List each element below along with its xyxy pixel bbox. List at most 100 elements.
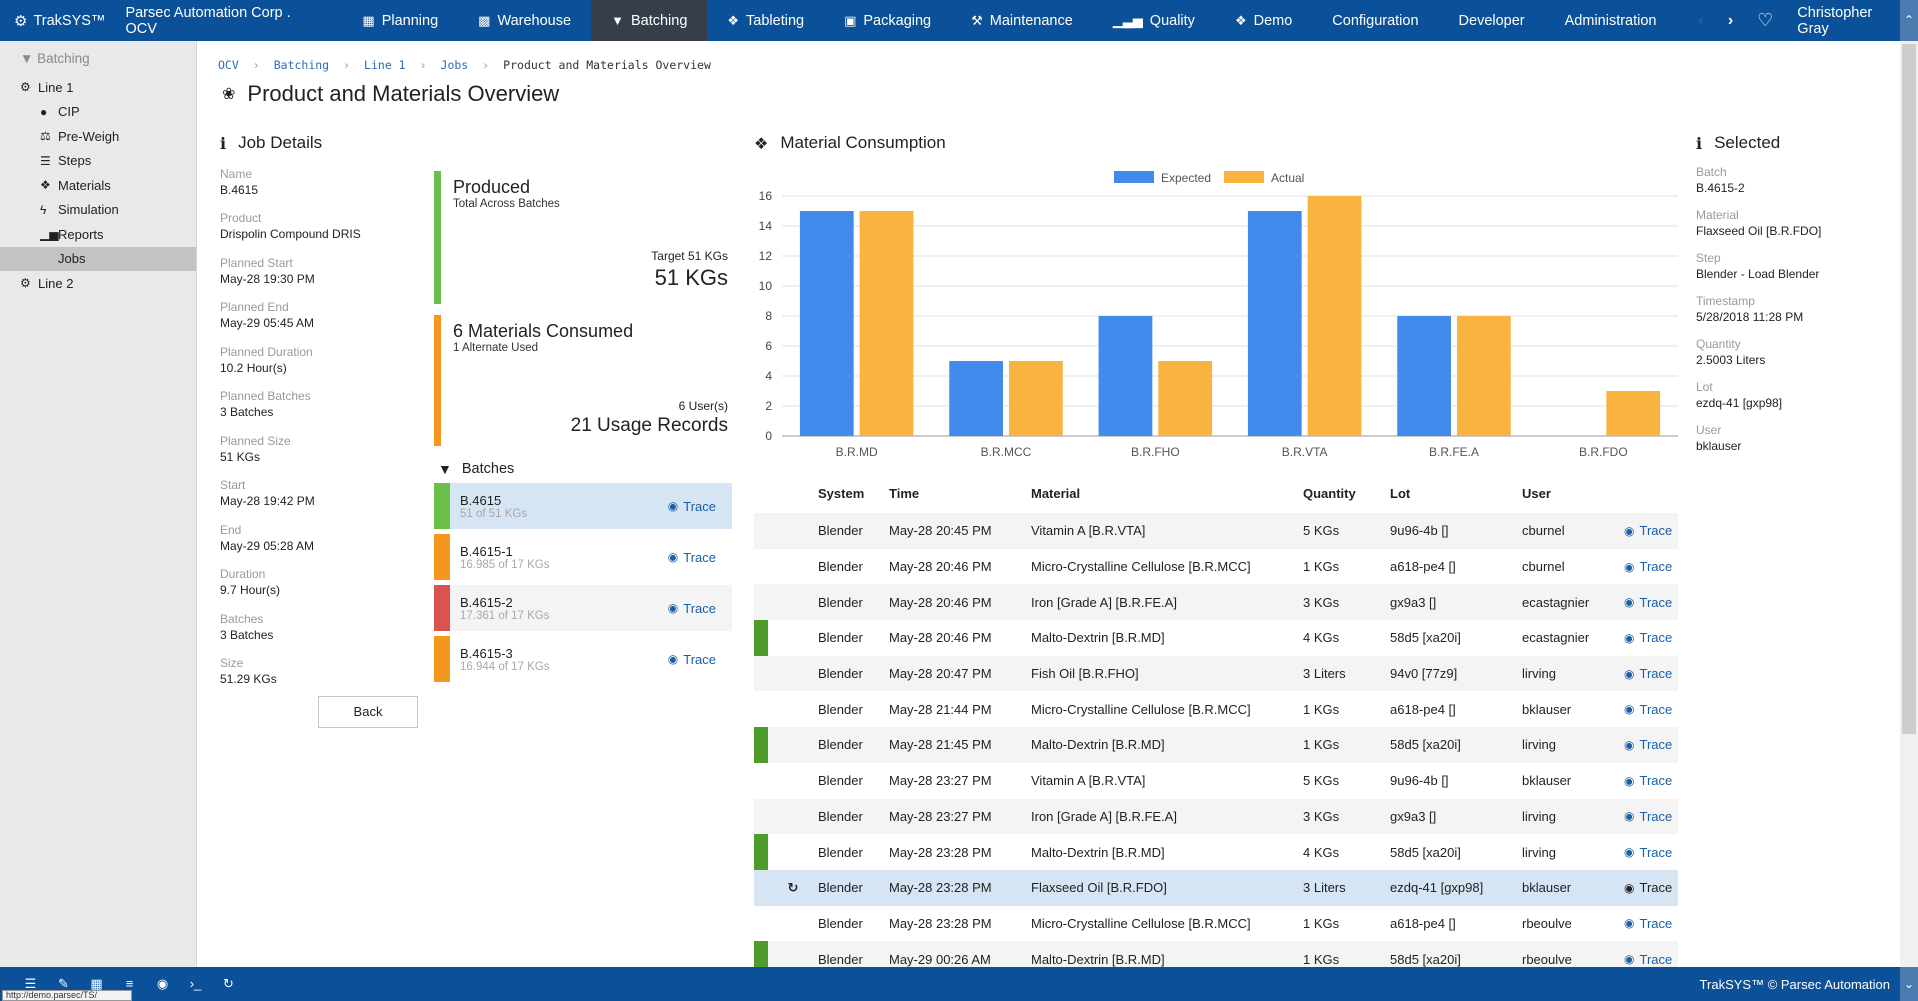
nav-scroll-right-icon[interactable]: › (1716, 12, 1745, 30)
table-row[interactable]: Blender May-28 20:46 PM Malto-Dextrin [B.R… (754, 620, 1678, 656)
sidebar-item-materials[interactable]: ❖ Materials (0, 173, 196, 198)
field-duration: Duration 9.7 Hour(s) (220, 566, 420, 598)
sidebar-item-steps[interactable]: ☰ Steps (0, 149, 196, 174)
nav-batching[interactable]: ▼ Batching (591, 0, 708, 41)
batch-quantity: 51 of 51 KGs (460, 507, 528, 520)
field-label: Name (220, 166, 253, 181)
sidebar-item-cip[interactable]: ● CIP (0, 100, 196, 125)
trace-button[interactable]: ◉ Trace (1624, 595, 1678, 610)
table-row[interactable]: Blender May-28 20:47 PM Fish Oil [B.R.FHO]… (754, 655, 1678, 692)
nav-planning[interactable]: ▦ Planning (342, 0, 458, 41)
sidebar-item-reports[interactable]: ▁▅ Reports (0, 222, 196, 247)
trace-button[interactable]: ◉ Trace (1624, 916, 1678, 931)
scrollbar-thumb[interactable] (1902, 44, 1916, 734)
refresh-icon[interactable]: ↻ (212, 976, 245, 992)
trace-button[interactable]: ◉ Trace (668, 499, 716, 514)
trace-button[interactable]: ◉ Trace (1624, 737, 1678, 752)
notification-bell-icon[interactable]: ♡ (1745, 10, 1785, 31)
batch-quantity: 16.944 of 17 KGs (460, 660, 550, 673)
field-value: 10.2 Hour(s) (220, 360, 287, 375)
column-header-quantity[interactable]: Quantity (1303, 486, 1390, 501)
field-label: User (1696, 423, 1722, 437)
nav-demo[interactable]: ❖ Demo (1215, 0, 1312, 41)
user-name[interactable]: Christopher Gray (1785, 5, 1909, 37)
trace-button[interactable]: ◉ Trace (1624, 666, 1678, 681)
trace-button[interactable]: ◉ Trace (1624, 952, 1678, 967)
trace-button[interactable]: ◉ Trace (1624, 630, 1678, 645)
table-row[interactable]: Blender May-28 21:44 PM Micro-Crystalline … (754, 691, 1678, 727)
eye-icon[interactable]: ◉ (146, 976, 179, 992)
trace-button[interactable]: ◉ Trace (1624, 880, 1678, 895)
trace-button[interactable]: ◉ Trace (1624, 559, 1678, 574)
column-header-user[interactable]: User (1522, 486, 1624, 501)
trace-button[interactable]: ◉ Trace (668, 652, 716, 667)
nav-scroll-left-icon[interactable]: ‹ (1687, 12, 1716, 30)
nav-developer[interactable]: Developer (1439, 0, 1545, 41)
column-header-material[interactable]: Material (1031, 486, 1303, 501)
row-flag (754, 834, 768, 870)
bar-chart-icon: ▁▅ (40, 227, 59, 242)
table-row[interactable]: Blender May-28 20:46 PM Iron [Grade A] [B.… (754, 584, 1678, 621)
column-header-time[interactable]: Time (889, 486, 1031, 501)
sidebar-item-line-1[interactable]: ⚙ Line 1 (0, 75, 196, 100)
field-planned-end: Planned End May-29 05:45 AM (220, 299, 420, 331)
y-tick-label: 14 (759, 219, 773, 233)
nav-maintenance[interactable]: ⚒ Maintenance (951, 0, 1093, 41)
table-row[interactable]: Blender May-28 23:28 PM Micro-Crystalline … (754, 906, 1678, 942)
cell-system: Blender (818, 559, 863, 575)
trace-button[interactable]: ◉ Trace (668, 550, 716, 565)
cell-time: May-28 21:44 PM (889, 701, 992, 717)
batch-row[interactable]: B.4615 51 of 51 KGs ◉ Trace (434, 483, 732, 529)
sidebar-item-jobs[interactable]: Jobs (0, 246, 196, 271)
field-label: End (220, 522, 242, 537)
scroll-up-icon[interactable]: ⌃ (1900, 0, 1918, 41)
cell-system: Blender (818, 666, 863, 682)
nav-configuration[interactable]: Configuration (1312, 0, 1438, 41)
column-header-system[interactable]: System (818, 486, 889, 501)
trace-cell: ◉ Trace (1624, 666, 1678, 681)
nav-quality[interactable]: ▁▃▅ Quality (1093, 0, 1215, 41)
nav-tableting[interactable]: ❖ Tableting (707, 0, 824, 41)
trace-button[interactable]: ◉ Trace (1624, 809, 1678, 824)
nav-warehouse[interactable]: ▩ Warehouse (458, 0, 591, 41)
nav-packaging[interactable]: ▣ Packaging (824, 0, 951, 41)
breadcrumb-jobs[interactable]: Jobs (441, 58, 469, 72)
sidebar-item-line-2[interactable]: ⚙ Line 2 (0, 271, 196, 296)
brand[interactable]: ⚙ TrakSYS™ (0, 0, 105, 41)
organization-name[interactable]: Parsec Automation Corp . OCV (125, 5, 320, 37)
top-navigation-bar: ⚙ TrakSYS™ Parsec Automation Corp . OCV … (0, 0, 1918, 41)
breadcrumb-line-1[interactable]: Line 1 (364, 58, 406, 72)
trace-button[interactable]: ◉ Trace (668, 601, 716, 616)
table-row[interactable]: ↻ Blender May-28 23:28 PM Flaxseed Oil [B.R… (754, 869, 1678, 906)
nav-administration[interactable]: Administration (1545, 0, 1677, 41)
trace-cell: ◉ Trace (1624, 952, 1678, 967)
trace-button[interactable]: ◉ Trace (1624, 845, 1678, 860)
cell-material: Malto-Dextrin [B.R.MD] (1031, 844, 1165, 860)
trace-button[interactable]: ◉ Trace (1624, 773, 1678, 788)
breadcrumb-ocv[interactable]: OCV (218, 58, 239, 72)
batch-quantity: 16.985 of 17 KGs (460, 558, 550, 571)
terminal-icon[interactable]: ›_ (179, 976, 212, 992)
batch-row[interactable]: B.4615-1 16.985 of 17 KGs ◉ Trace (434, 534, 732, 580)
sidebar-item-pre-weigh[interactable]: ⚖ Pre-Weigh (0, 124, 196, 149)
page-scrollbar[interactable]: ⌃ (1900, 0, 1918, 1001)
trace-cell: ◉ Trace (1624, 737, 1678, 752)
scroll-down-icon[interactable]: ⌄ (1900, 967, 1918, 1001)
table-row[interactable]: Blender May-28 23:28 PM Malto-Dextrin [B.R… (754, 834, 1678, 870)
row-flag (754, 691, 768, 727)
column-header-lot[interactable]: Lot (1390, 486, 1522, 501)
table-row[interactable]: Blender May-28 21:45 PM Malto-Dextrin [B.R… (754, 727, 1678, 763)
table-row[interactable]: Blender May-28 20:45 PM Vitamin A [B.R.VTA… (754, 513, 1678, 549)
table-row[interactable]: Blender May-28 20:46 PM Micro-Crystalline … (754, 549, 1678, 585)
sidebar-header[interactable]: ▼ Batching (0, 41, 196, 75)
main-content: OCV › Batching › Line 1 › Jobs › Product and… (198, 41, 1900, 977)
sidebar-item-simulation[interactable]: ϟ Simulation (0, 198, 196, 223)
trace-button[interactable]: ◉ Trace (1624, 702, 1678, 717)
table-row[interactable]: Blender May-28 23:27 PM Vitamin A [B.R.VTA… (754, 763, 1678, 799)
batch-row[interactable]: B.4615-3 16.944 of 17 KGs ◉ Trace (434, 636, 732, 682)
table-row[interactable]: Blender May-28 23:27 PM Iron [Grade A] [B.… (754, 798, 1678, 835)
batch-row[interactable]: B.4615-2 17.361 of 17 KGs ◉ Trace (434, 585, 732, 631)
back-button[interactable]: Back (318, 696, 418, 728)
breadcrumb-batching[interactable]: Batching (274, 58, 329, 72)
trace-button[interactable]: ◉ Trace (1624, 523, 1678, 538)
